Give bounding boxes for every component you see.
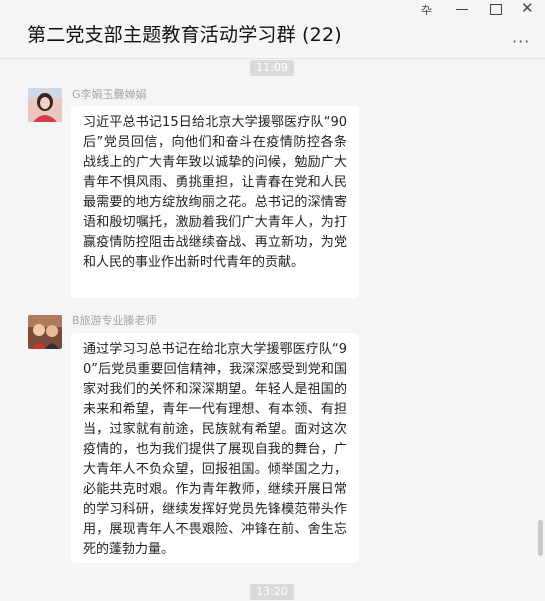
avatar[interactable] [28, 88, 62, 122]
avatar-image [28, 315, 62, 349]
sender-name: G李娟玉爨婵娟 [72, 88, 147, 101]
chat-title: 第二党支部主题教育活动学习群 (22) [27, 24, 342, 46]
timestamp: 13:20 [250, 584, 294, 600]
avatar-image [28, 88, 62, 122]
more-options-icon[interactable]: ··· [512, 32, 530, 51]
minimize-icon[interactable] [456, 9, 468, 10]
timestamp: 11:09 [250, 60, 294, 76]
message-bubble[interactable]: 习近平总书记15日给北京大学援鄂医疗队“90后”党员回信，向他们和奋斗在疫情防控… [71, 106, 359, 298]
scrollbar[interactable] [538, 520, 543, 556]
sender-name: B旅游专业滕老师 [72, 314, 157, 327]
pin-icon[interactable]: 卆 [421, 2, 432, 18]
maximize-icon[interactable] [490, 4, 502, 15]
chat-header: 第二党支部主题教育活动学习群 (22) 卆 ✕ ··· [0, 0, 545, 59]
close-icon[interactable]: ✕ [521, 0, 534, 17]
message-bubble[interactable]: 通过学习习总书记在给北京大学援鄂医疗队“90”后党员重要回信精神，我深深感受到党… [71, 333, 359, 563]
avatar[interactable] [28, 315, 62, 349]
